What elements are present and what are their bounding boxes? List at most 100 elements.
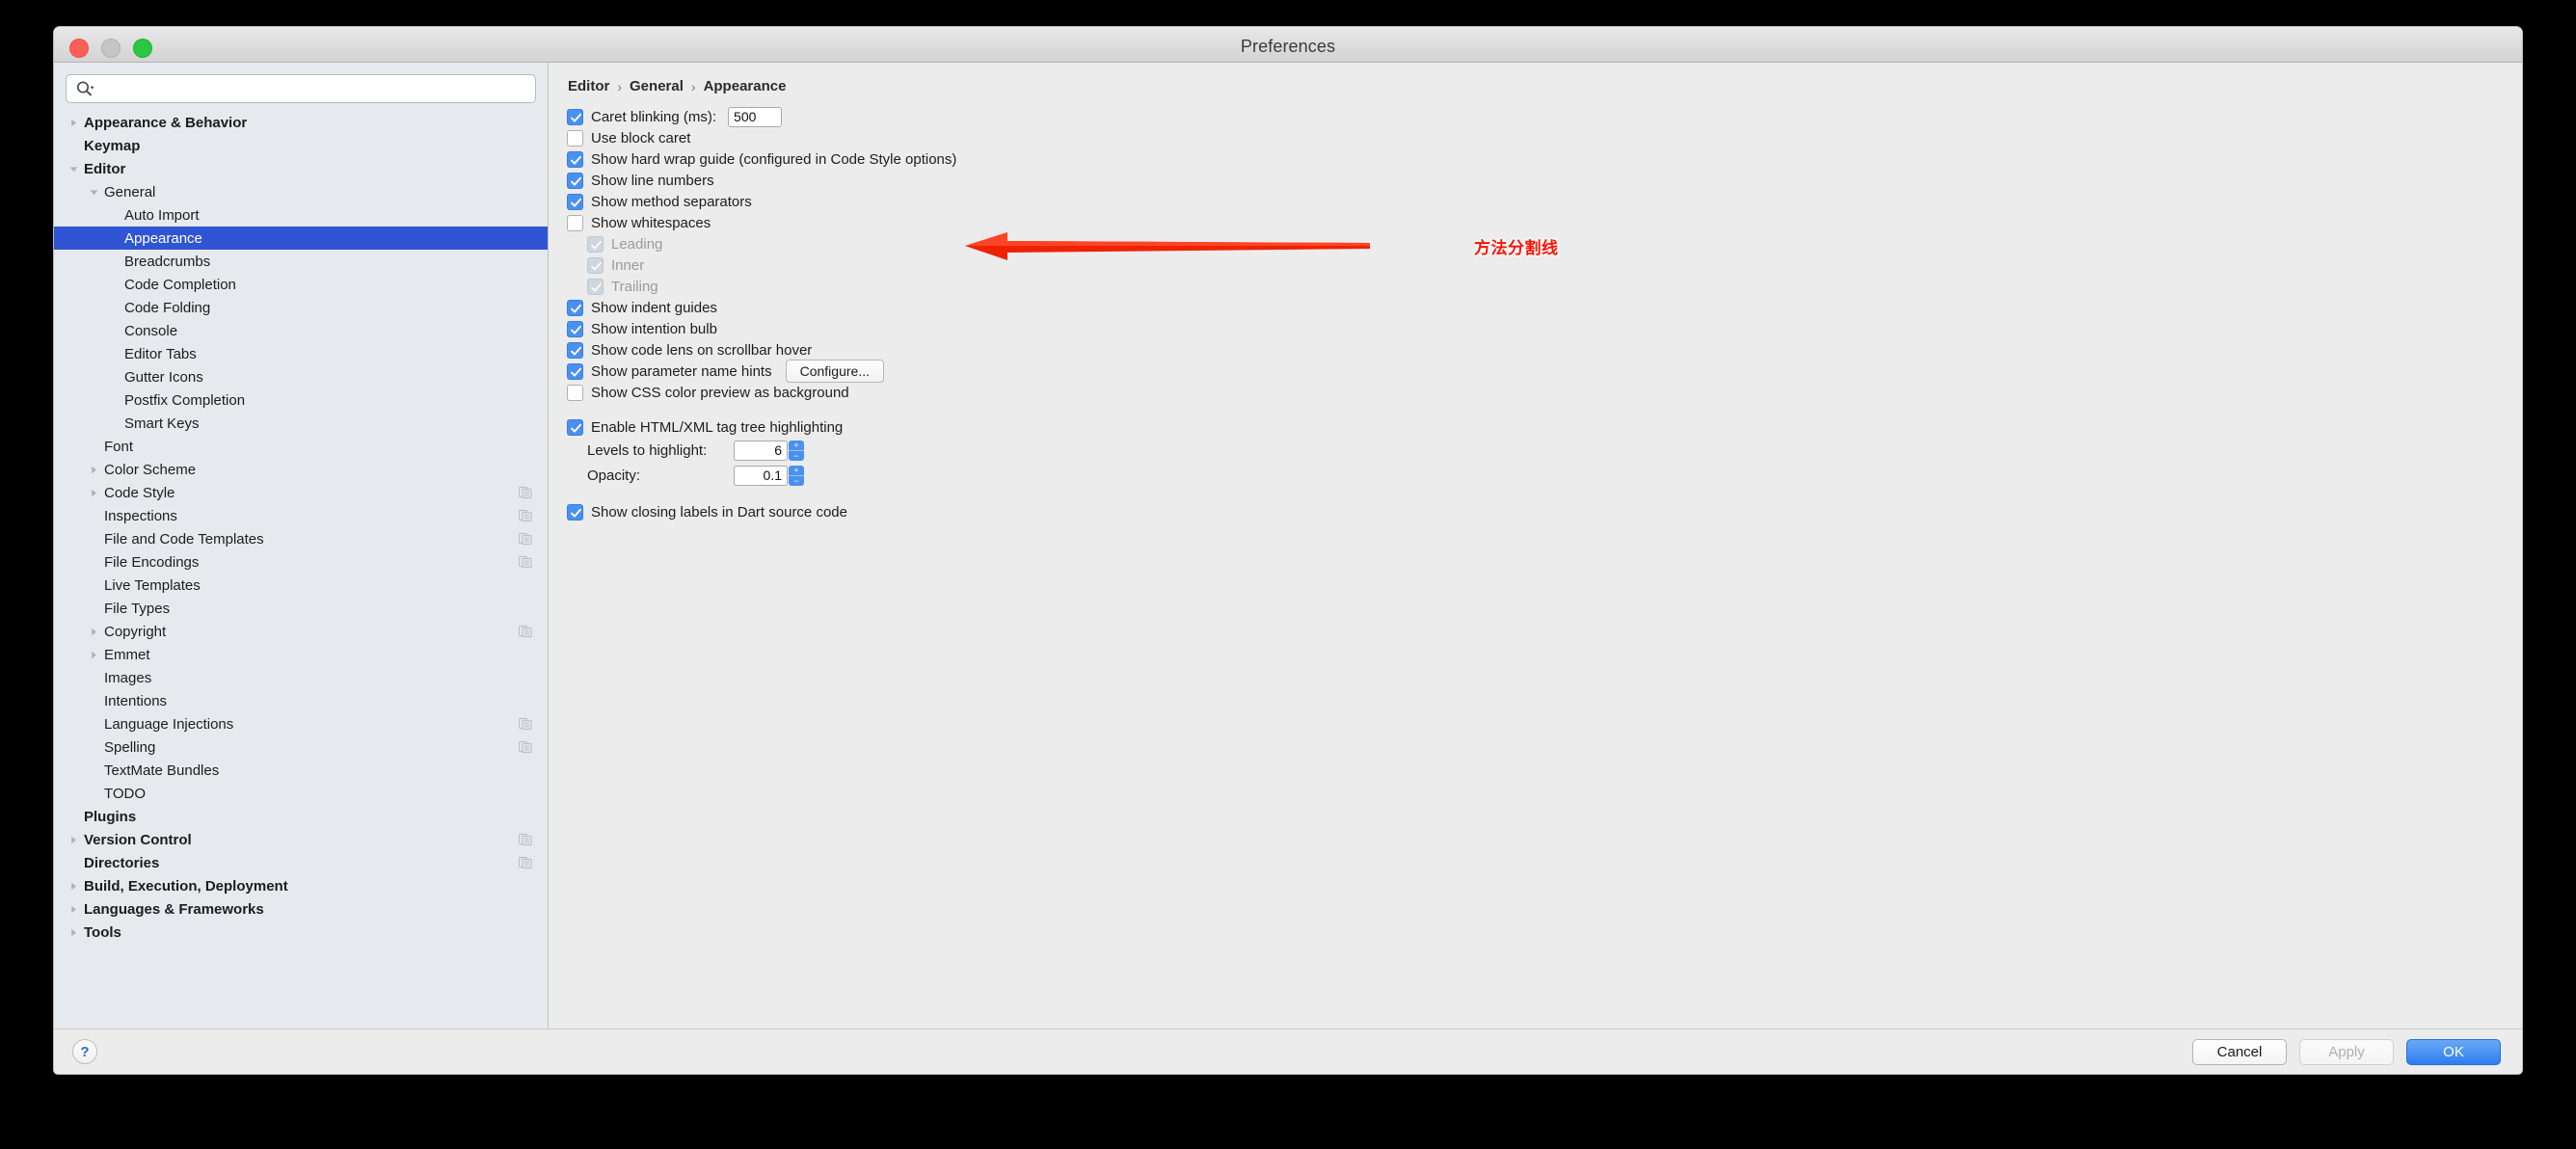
sidebar-item-images[interactable]: Images [54, 666, 548, 689]
checkbox-show-method-separators[interactable] [567, 193, 583, 210]
sidebar-item-code-style[interactable]: Code Style [54, 481, 548, 504]
sidebar-item-editor-tabs[interactable]: Editor Tabs [54, 342, 548, 365]
option-show-parameter-name-hints[interactable]: Show parameter name hints Configure... [567, 360, 2522, 383]
opacity-stepper[interactable]: 0.1 + − [722, 465, 804, 486]
opacity-stepper-buttons[interactable]: + − [789, 465, 804, 486]
caret-blinking-input[interactable]: 500 [728, 106, 783, 127]
checkbox-show-hard-wrap-guide-configured-in-code-style-options[interactable] [567, 150, 583, 168]
search-input[interactable] [95, 80, 529, 97]
breadcrumb-part-appearance[interactable]: Appearance [704, 78, 787, 94]
sidebar-item-languages-frameworks[interactable]: Languages & Frameworks [54, 897, 548, 921]
sidebar-item-textmate-bundles[interactable]: TextMate Bundles [54, 759, 548, 782]
sidebar-item-appearance[interactable]: Appearance [54, 227, 548, 250]
checkbox-show-closing-labels-dart[interactable] [567, 503, 583, 521]
sidebar-item-smart-keys[interactable]: Smart Keys [54, 412, 548, 435]
checkbox-inner[interactable] [587, 256, 604, 274]
sidebar-item-auto-import[interactable]: Auto Import [54, 203, 548, 227]
checkbox-caret-blinking-ms[interactable] [567, 108, 583, 125]
sidebar-item-live-templates[interactable]: Live Templates [54, 574, 548, 597]
twisty-placeholder [86, 670, 101, 685]
sidebar-item-appearance-behavior[interactable]: Appearance & Behavior [54, 111, 548, 134]
sidebar-item-inspections[interactable]: Inspections [54, 504, 548, 527]
chevron-right-icon[interactable] [66, 115, 81, 130]
sidebar-item-file-types[interactable]: File Types [54, 597, 548, 620]
chevron-right-icon[interactable] [86, 624, 101, 639]
option-show-code-lens-on-scrollbar-hover[interactable]: Show code lens on scrollbar hover [567, 339, 2522, 361]
checkbox-enable-html-tag-tree[interactable] [567, 418, 583, 436]
option-show-closing-labels-dart[interactable]: Show closing labels in Dart source code [567, 501, 2522, 522]
sidebar-item-version-control[interactable]: Version Control [54, 828, 548, 851]
stepper-up-icon[interactable]: + [789, 441, 804, 450]
option-show-intention-bulb[interactable]: Show intention bulb [567, 318, 2522, 339]
sidebar-item-editor[interactable]: Editor [54, 157, 548, 180]
levels-to-highlight-stepper[interactable]: 6 + − [722, 440, 804, 461]
checkbox-show-whitespaces[interactable] [567, 214, 583, 231]
sidebar-item-plugins[interactable]: Plugins [54, 805, 548, 828]
sidebar-item-copyright[interactable]: Copyright [54, 620, 548, 643]
option-use-block-caret[interactable]: Use block caret [567, 127, 2522, 148]
stepper-down-icon[interactable]: − [789, 449, 804, 461]
chevron-right-icon[interactable] [66, 901, 81, 917]
sidebar-item-directories[interactable]: Directories [54, 851, 548, 874]
checkbox-show-css-color-preview-as-background[interactable] [567, 384, 583, 401]
sidebar-item-keymap[interactable]: Keymap [54, 134, 548, 157]
checkbox-trailing[interactable] [587, 278, 604, 295]
sidebar-item-gutter-icons[interactable]: Gutter Icons [54, 365, 548, 388]
checkbox-leading[interactable] [587, 235, 604, 253]
checkbox-show-indent-guides[interactable] [567, 299, 583, 316]
levels-stepper-buttons[interactable]: + − [789, 440, 804, 461]
breadcrumb-part-general[interactable]: General [630, 78, 684, 94]
sidebar-item-language-injections[interactable]: Language Injections [54, 712, 548, 735]
stepper-up-icon[interactable]: + [789, 466, 804, 475]
sidebar-item-code-completion[interactable]: Code Completion [54, 273, 548, 296]
option-show-line-numbers[interactable]: Show line numbers [567, 170, 2522, 191]
chevron-right-icon[interactable] [66, 924, 81, 940]
sidebar-item-emmet[interactable]: Emmet [54, 643, 548, 666]
option-show-whitespaces[interactable]: Show whitespaces [567, 212, 2522, 233]
breadcrumb-part-editor[interactable]: Editor [568, 78, 609, 94]
help-button[interactable]: ? [72, 1039, 97, 1064]
checkbox-show-code-lens-on-scrollbar-hover[interactable] [567, 341, 583, 359]
stepper-down-icon[interactable]: − [789, 474, 804, 486]
sidebar-item-todo[interactable]: TODO [54, 782, 548, 805]
chevron-down-icon[interactable] [66, 161, 81, 176]
sidebar-item-breadcrumbs[interactable]: Breadcrumbs [54, 250, 548, 273]
option-show-css-color-preview-as-background[interactable]: Show CSS color preview as background [567, 382, 2522, 403]
sidebar-item-general[interactable]: General [54, 180, 548, 203]
opacity-value[interactable]: 0.1 [734, 465, 788, 486]
option-trailing[interactable]: Trailing [567, 276, 2522, 297]
configure-button[interactable]: Configure... [785, 360, 884, 383]
sidebar-item-intentions[interactable]: Intentions [54, 689, 548, 712]
sidebar-item-file-encodings[interactable]: File Encodings [54, 550, 548, 574]
sidebar-item-file-and-code-templates[interactable]: File and Code Templates [54, 527, 548, 550]
chevron-right-icon[interactable] [66, 832, 81, 847]
option-show-method-separators[interactable]: Show method separators [567, 191, 2522, 212]
project-settings-copy-icon [518, 833, 532, 846]
sidebar-item-build-execution-deployment[interactable]: Build, Execution, Deployment [54, 874, 548, 897]
chevron-right-icon[interactable] [86, 647, 101, 662]
ok-button[interactable]: OK [2406, 1038, 2501, 1065]
sidebar-item-code-folding[interactable]: Code Folding [54, 296, 548, 319]
option-show-indent-guides[interactable]: Show indent guides [567, 297, 2522, 318]
checkbox-show-parameter-name-hints[interactable] [567, 362, 583, 380]
sidebar-item-font[interactable]: Font [54, 435, 548, 458]
option-enable-html-tag-tree[interactable]: Enable HTML/XML tag tree highlighting [567, 416, 2522, 438]
cancel-button[interactable]: Cancel [2192, 1038, 2287, 1065]
search-box[interactable] [66, 74, 536, 103]
twisty-placeholder [106, 207, 121, 223]
checkbox-show-intention-bulb[interactable] [567, 320, 583, 337]
option-show-hard-wrap-guide-configured-in-code-style-options[interactable]: Show hard wrap guide (configured in Code… [567, 148, 2522, 170]
levels-to-highlight-value[interactable]: 6 [734, 440, 788, 461]
option-caret-blinking-ms[interactable]: Caret blinking (ms): 500 [567, 106, 2522, 127]
chevron-right-icon[interactable] [86, 485, 101, 500]
chevron-down-icon[interactable] [86, 184, 101, 200]
sidebar-item-tools[interactable]: Tools [54, 921, 548, 944]
sidebar-item-postfix-completion[interactable]: Postfix Completion [54, 388, 548, 412]
sidebar-item-color-scheme[interactable]: Color Scheme [54, 458, 548, 481]
chevron-right-icon[interactable] [86, 462, 101, 477]
sidebar-item-console[interactable]: Console [54, 319, 548, 342]
checkbox-use-block-caret[interactable] [567, 129, 583, 147]
sidebar-item-spelling[interactable]: Spelling [54, 735, 548, 759]
checkbox-show-line-numbers[interactable] [567, 172, 583, 189]
chevron-right-icon[interactable] [66, 878, 81, 894]
